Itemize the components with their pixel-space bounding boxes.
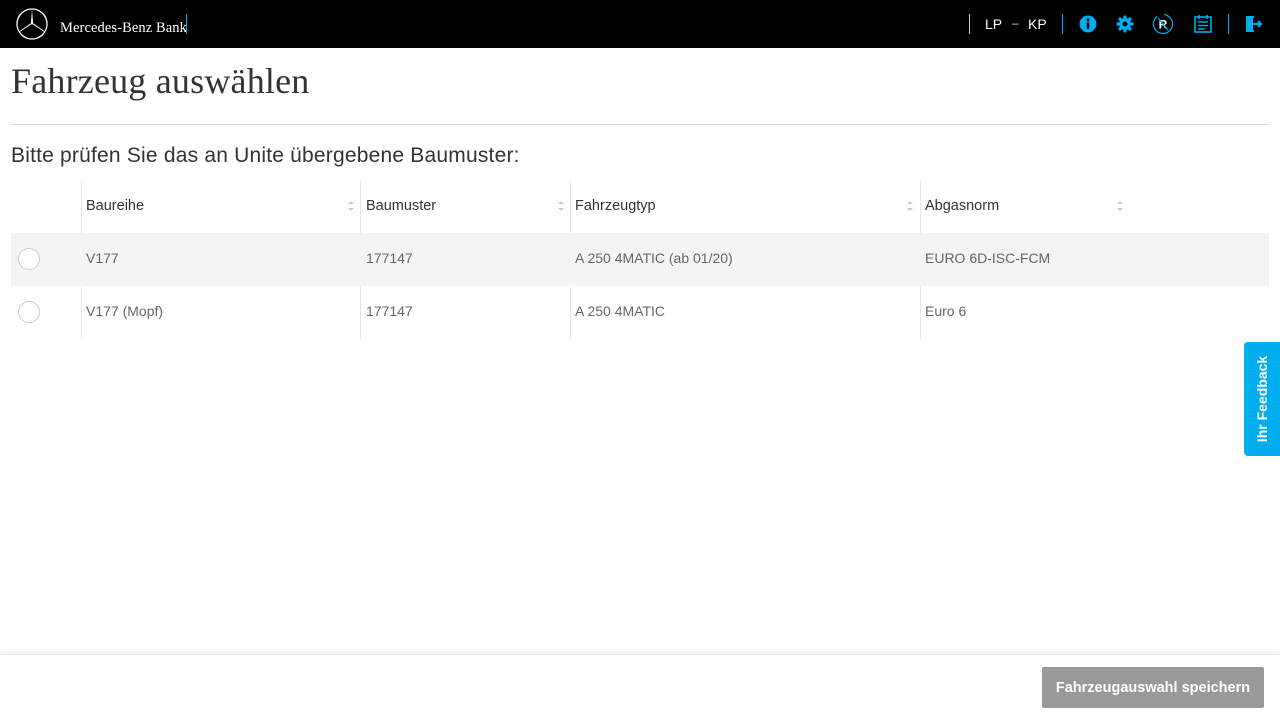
table-header-row: Baureihe Baumuster Fahrzeugtyp Abgasnorm [11, 180, 1269, 233]
cell-fahrzeugtyp: A 250 4MATIC [575, 303, 666, 319]
header-divider [1228, 14, 1229, 34]
row-select-radio[interactable] [18, 248, 40, 270]
table-row[interactable]: V177 (Mopf) 177147 A 250 4MATIC Euro 6 [11, 286, 1269, 339]
row-select-radio[interactable] [18, 301, 40, 323]
page-subtitle: Bitte prüfen Sie das an Unite übergebene… [11, 144, 520, 167]
mercedes-star-logo[interactable] [16, 8, 48, 40]
logout-icon[interactable] [1243, 14, 1263, 34]
cell-baumuster: 177147 [366, 303, 413, 319]
top-navigation-bar: Mercedes-Benz Bank LP – KP R [0, 0, 1280, 48]
table-row[interactable]: V177 177147 A 250 4MATIC (ab 01/20) EURO… [11, 233, 1269, 286]
cell-abgasnorm: EURO 6D-ISC-FCM [925, 250, 1051, 266]
feedback-label: Ihr Feedback [1254, 355, 1270, 443]
cell-baureihe: V177 (Mopf) [86, 303, 164, 319]
sort-icon[interactable] [346, 198, 356, 214]
column-header-fahrzeugtyp[interactable]: Fahrzeugtyp [575, 198, 656, 214]
cell-fahrzeugtyp: A 250 4MATIC (ab 01/20) [575, 250, 733, 266]
feedback-tab[interactable]: Ihr Feedback [1244, 342, 1280, 456]
cell-baureihe: V177 [86, 250, 119, 266]
column-header-abgasnorm[interactable]: Abgasnorm [925, 198, 999, 214]
gear-icon[interactable] [1115, 14, 1135, 34]
info-icon[interactable] [1078, 14, 1098, 34]
brand-name[interactable]: Mercedes-Benz Bank [60, 20, 187, 37]
cell-baumuster: 177147 [366, 250, 413, 266]
footer-bar: Fahrzeugauswahl speichern [0, 654, 1280, 720]
header-divider [969, 14, 970, 34]
user-initials-left: LP [985, 16, 1003, 32]
page-title: Fahrzeug auswählen [11, 61, 310, 101]
calendar-checklist-icon[interactable] [1193, 14, 1213, 34]
user-initials-dash: – [1012, 16, 1019, 30]
brand-divider [186, 14, 187, 34]
vehicle-table: Baureihe Baumuster Fahrzeugtyp Abgasnorm… [11, 180, 1269, 339]
sort-icon[interactable] [905, 198, 915, 214]
user-initials-right: KP [1028, 16, 1047, 32]
sort-icon[interactable] [1115, 198, 1125, 214]
column-header-baureihe[interactable]: Baureihe [86, 198, 144, 214]
header-divider [1062, 14, 1063, 34]
sort-icon[interactable] [556, 198, 566, 214]
column-header-baumuster[interactable]: Baumuster [366, 198, 436, 214]
title-divider [11, 124, 1269, 125]
user-id-icon[interactable]: R [1152, 13, 1174, 35]
save-vehicle-selection-button[interactable]: Fahrzeugauswahl speichern [1042, 667, 1264, 708]
cell-abgasnorm: Euro 6 [925, 303, 967, 319]
